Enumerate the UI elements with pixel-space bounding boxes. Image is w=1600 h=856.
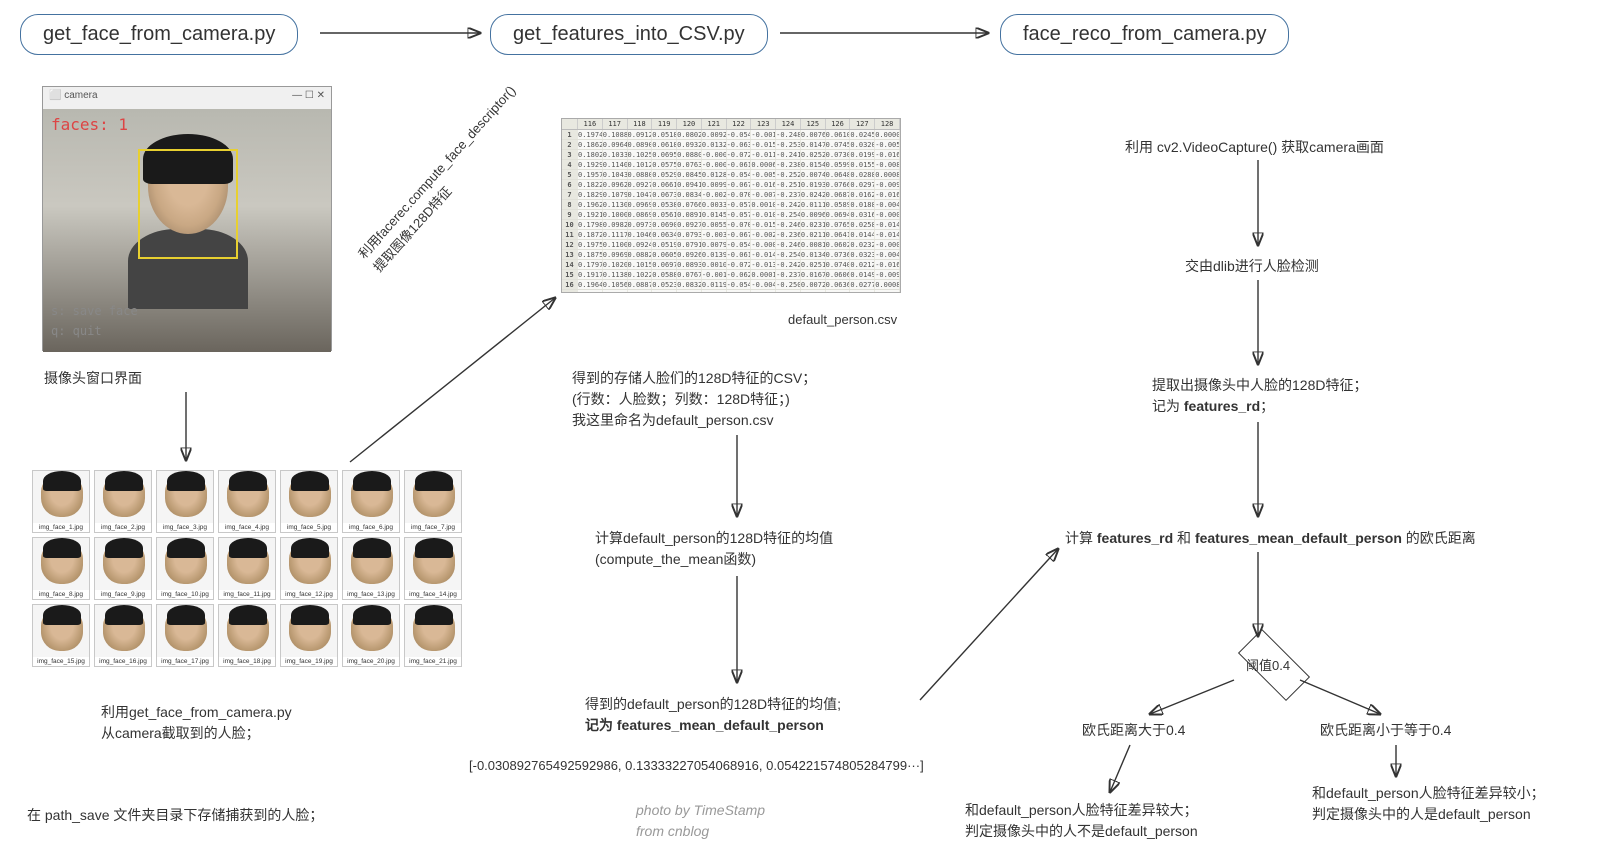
right-t3a: 提取出摄像头中人脸的128D特征；: [1152, 375, 1367, 396]
mid-text-csv-desc: 得到的存储人脸们的128D特征的CSV； (行数：人脸数；列数：128D特征；)…: [572, 368, 816, 431]
face-thumbnail: img_face_12.jpg: [280, 537, 338, 600]
face-thumbnails-grid: img_face_1.jpgimg_face_2.jpgimg_face_3.j…: [32, 470, 462, 667]
result-left: 和default_person人脸特征差异较大； 判定摄像头中的人不是defau…: [965, 800, 1198, 842]
right-t3b: 记为 features_rd；: [1152, 396, 1274, 417]
left-text-usage: 利用get_face_from_camera.py 从camera截取到的人脸；: [101, 702, 292, 744]
camera-window-controls: — ☐ ✕: [292, 90, 325, 106]
face-thumbnail: img_face_8.jpg: [32, 537, 90, 600]
face-thumbnail: img_face_7.jpg: [404, 470, 462, 533]
edge-label-compute-descriptor: 利用facerec.compute_face_descriptor() 提取图像…: [354, 81, 535, 276]
face-thumbnail: img_face_19.jpg: [280, 604, 338, 667]
pill-step2: get_features_into_CSV.py: [490, 14, 768, 55]
camera-window-title: ⬜ camera: [49, 90, 98, 106]
face-thumbnail: img_face_20.jpg: [342, 604, 400, 667]
face-thumbnail: img_face_17.jpg: [156, 604, 214, 667]
face-thumbnail: img_face_21.jpg: [404, 604, 462, 667]
mid-text-compute-mean: 计算default_person的128D特征的均值 (compute_the_…: [595, 528, 833, 570]
threshold-label: 阈值0.4: [1246, 656, 1290, 676]
watermark: photo by TimeStamp from cnblog: [636, 800, 765, 842]
face-thumbnail: img_face_6.jpg: [342, 470, 400, 533]
camera-opt-save: s: save face: [51, 304, 138, 318]
face-thumbnail: img_face_11.jpg: [218, 537, 276, 600]
pill-step1: get_face_from_camera.py: [20, 14, 298, 55]
face-thumbnail: img_face_4.jpg: [218, 470, 276, 533]
csv-caption: default_person.csv: [788, 310, 897, 330]
face-thumbnail: img_face_15.jpg: [32, 604, 90, 667]
camera-caption: 摄像头窗口界面: [44, 368, 142, 389]
face-thumbnail: img_face_2.jpg: [94, 470, 152, 533]
left-text-path-save: 在 path_save 文件夹目录下存储捕获到的人脸；: [27, 805, 323, 826]
face-thumbnail: img_face_9.jpg: [94, 537, 152, 600]
face-bounding-box: [138, 149, 238, 259]
csv-preview: 1161171181191201211221231241251261271281…: [561, 118, 901, 293]
face-thumbnail: img_face_18.jpg: [218, 604, 276, 667]
camera-opt-quit: q: quit: [51, 324, 102, 338]
pill-step3: face_reco_from_camera.py: [1000, 14, 1289, 55]
face-thumbnail: img_face_10.jpg: [156, 537, 214, 600]
result-right: 和default_person人脸特征差异较小； 判定摄像头中的人是defaul…: [1312, 783, 1545, 825]
face-thumbnail: img_face_5.jpg: [280, 470, 338, 533]
camera-window: ⬜ camera — ☐ ✕ faces: 1 s: save face q: …: [42, 86, 332, 351]
branch-right: 欧氏距离小于等于0.4: [1320, 720, 1451, 741]
face-thumbnail: img_face_13.jpg: [342, 537, 400, 600]
branch-left: 欧氏距离大于0.4: [1082, 720, 1185, 741]
face-thumbnail: img_face_14.jpg: [404, 537, 462, 600]
camera-view: faces: 1 s: save face q: quit: [43, 109, 331, 352]
right-t2: 交由dlib进行人脸检测: [1185, 256, 1319, 277]
mid-text-mean-result-1: 得到的default_person的128D特征的均值;: [585, 694, 841, 715]
faces-count-overlay: faces: 1: [51, 115, 128, 134]
mid-vector-sample: [-0.030892765492592986, 0.13333227054068…: [469, 756, 924, 776]
face-thumbnail: img_face_3.jpg: [156, 470, 214, 533]
face-thumbnail: img_face_1.jpg: [32, 470, 90, 533]
mid-text-mean-result-2: 记为 features_mean_default_person: [585, 715, 824, 736]
right-t1: 利用 cv2.VideoCapture() 获取camera画面: [1125, 137, 1384, 158]
face-thumbnail: img_face_16.jpg: [94, 604, 152, 667]
right-t4: 计算 features_rd 和 features_mean_default_p…: [1065, 528, 1476, 549]
